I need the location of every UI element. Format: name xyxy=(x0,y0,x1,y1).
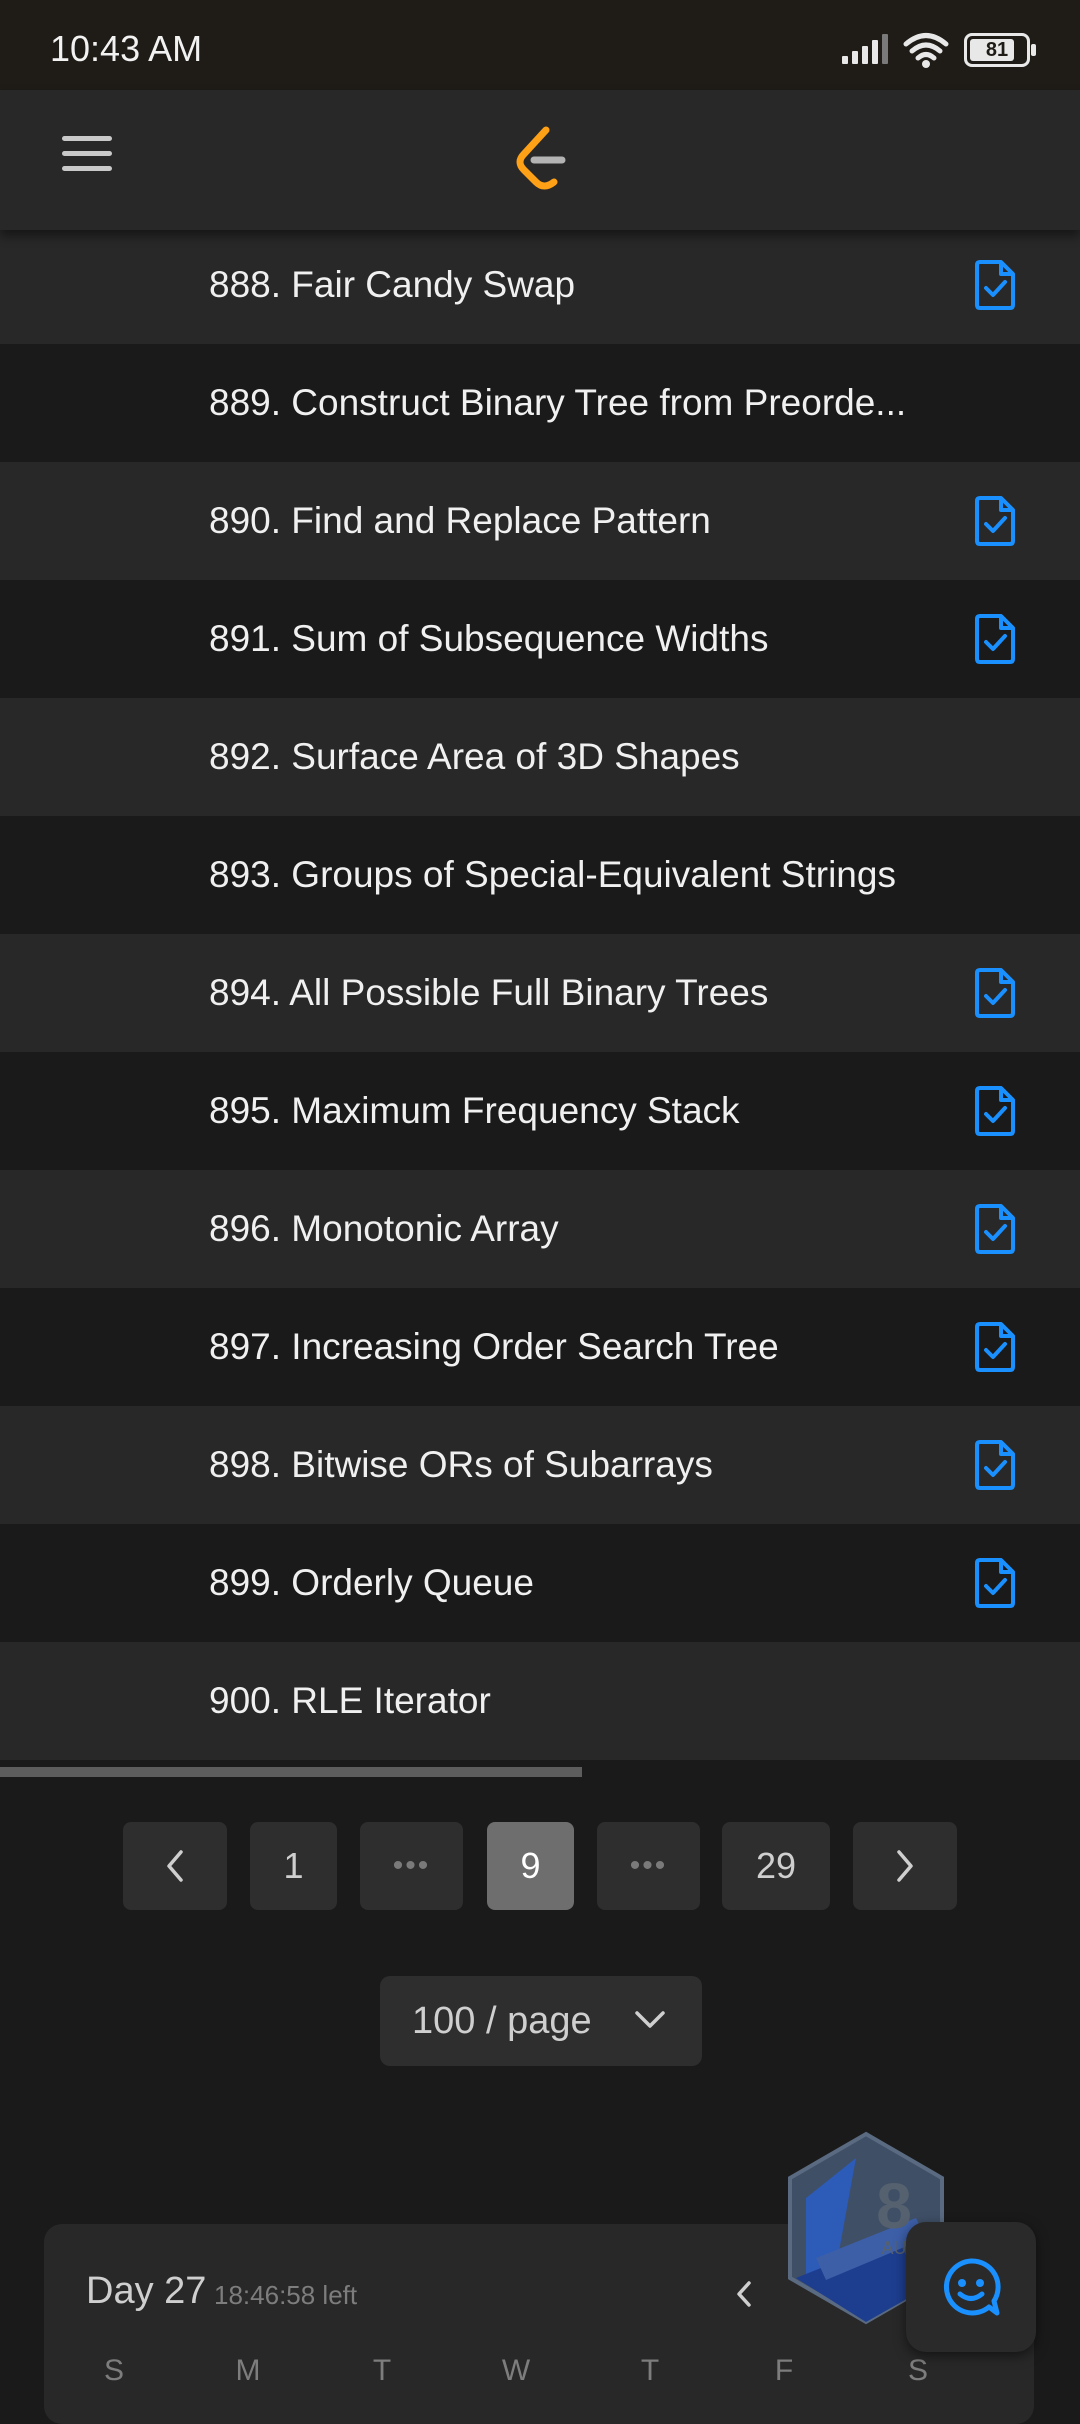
problem-row[interactable]: 892. Surface Area of 3D Shapes xyxy=(0,698,1080,816)
problem-title[interactable]: 896. Monotonic Array xyxy=(209,1208,559,1250)
chevron-down-icon xyxy=(635,2011,665,2028)
problem-title[interactable]: 888. Fair Candy Swap xyxy=(209,264,575,306)
feedback-button[interactable] xyxy=(906,2222,1036,2352)
weekday-label: W xyxy=(501,2354,531,2387)
problem-row[interactable]: 895. Maximum Frequency Stack xyxy=(0,1052,1080,1170)
menu-icon xyxy=(62,136,112,141)
signal-icon xyxy=(842,34,888,64)
leetcode-logo[interactable] xyxy=(512,124,572,196)
problem-row[interactable]: 891. Sum of Subsequence Widths xyxy=(0,580,1080,698)
problem-title[interactable]: 892. Surface Area of 3D Shapes xyxy=(209,736,740,778)
solved-check-icon xyxy=(975,1440,1015,1490)
solved-check-icon xyxy=(975,1204,1015,1254)
wifi-icon xyxy=(903,33,949,68)
chevron-right-icon xyxy=(897,1850,913,1882)
calendar-prev-button[interactable] xyxy=(734,2276,754,2318)
solved-check-icon xyxy=(975,968,1015,1018)
status-time: 10:43 AM xyxy=(50,28,203,69)
problem-title[interactable]: 894. All Possible Full Binary Trees xyxy=(209,972,768,1014)
problem-row[interactable]: 897. Increasing Order Search Tree xyxy=(0,1288,1080,1406)
pagination: 1 ••• 9 ••• 29 xyxy=(0,1822,1080,1910)
problem-title[interactable]: 891. Sum of Subsequence Widths xyxy=(209,618,768,660)
horizontal-scrollbar[interactable] xyxy=(0,1767,582,1777)
problem-title[interactable]: 895. Maximum Frequency Stack xyxy=(209,1090,740,1132)
weekday-label: M xyxy=(235,2354,261,2387)
chevron-left-icon xyxy=(167,1850,183,1882)
status-bar: 10:43 AM 81 xyxy=(0,0,1080,90)
top-navbar xyxy=(0,90,1080,230)
problem-title[interactable]: 893. Groups of Special-Equivalent String… xyxy=(209,854,896,896)
problem-row[interactable]: 896. Monotonic Array xyxy=(0,1170,1080,1288)
problem-row[interactable]: 899. Orderly Queue xyxy=(0,1524,1080,1642)
svg-text:AU: AU xyxy=(881,2238,906,2258)
smiley-chat-icon xyxy=(943,2258,1001,2316)
problem-title[interactable]: 889. Construct Binary Tree from Preorde.… xyxy=(209,382,906,424)
battery-icon: 81 xyxy=(964,33,1036,67)
solved-check-icon xyxy=(975,1558,1015,1608)
battery-level: 81 xyxy=(985,38,1009,61)
prev-page-button[interactable] xyxy=(123,1822,227,1910)
problem-row[interactable]: 900. RLE Iterator xyxy=(0,1642,1080,1760)
solved-check-icon xyxy=(975,614,1015,664)
problem-list: 888. Fair Candy Swap 889. Construct Binar… xyxy=(0,226,1080,1760)
page-ellipsis-next[interactable]: ••• xyxy=(597,1822,700,1910)
problem-title[interactable]: 900. RLE Iterator xyxy=(209,1680,491,1722)
calendar-time-left: 18:46:58 left xyxy=(214,2280,358,2310)
menu-button[interactable] xyxy=(62,136,112,184)
problem-title[interactable]: 899. Orderly Queue xyxy=(209,1562,534,1604)
calendar-day: Day 27 xyxy=(86,2270,207,2312)
problem-row[interactable]: 888. Fair Candy Swap xyxy=(0,226,1080,344)
solved-check-icon xyxy=(975,260,1015,310)
weekday-label: S xyxy=(103,2354,124,2387)
weekday-label: F xyxy=(774,2354,794,2387)
problem-row[interactable]: 893. Groups of Special-Equivalent String… xyxy=(0,816,1080,934)
solved-check-icon xyxy=(975,1086,1015,1136)
solved-check-icon xyxy=(975,1322,1015,1372)
page-size-value: 100 / page xyxy=(412,1999,592,2042)
status-icons: 81 xyxy=(840,30,1036,70)
page-button-current[interactable]: 9 xyxy=(487,1822,574,1910)
solved-check-icon xyxy=(975,496,1015,546)
page-button-first[interactable]: 1 xyxy=(250,1822,337,1910)
problem-title[interactable]: 890. Find and Replace Pattern xyxy=(209,500,711,542)
problem-title[interactable]: 897. Increasing Order Search Tree xyxy=(209,1326,779,1368)
chevron-left-icon xyxy=(737,2281,751,2307)
weekday-label: T xyxy=(640,2354,660,2387)
problem-title[interactable]: 898. Bitwise ORs of Subarrays xyxy=(209,1444,713,1486)
problem-row[interactable]: 894. All Possible Full Binary Trees xyxy=(0,934,1080,1052)
page-button-last[interactable]: 29 xyxy=(722,1822,830,1910)
svg-text:8: 8 xyxy=(876,2170,912,2242)
weekday-label: S xyxy=(907,2354,928,2387)
weekday-label: T xyxy=(372,2354,392,2387)
page-size-select[interactable]: 100 / page xyxy=(380,1976,702,2066)
problem-row[interactable]: 890. Find and Replace Pattern xyxy=(0,462,1080,580)
page-ellipsis-prev[interactable]: ••• xyxy=(360,1822,463,1910)
next-page-button[interactable] xyxy=(853,1822,957,1910)
problem-row[interactable]: 889. Construct Binary Tree from Preorde.… xyxy=(0,344,1080,462)
problem-row[interactable]: 898. Bitwise ORs of Subarrays xyxy=(0,1406,1080,1524)
